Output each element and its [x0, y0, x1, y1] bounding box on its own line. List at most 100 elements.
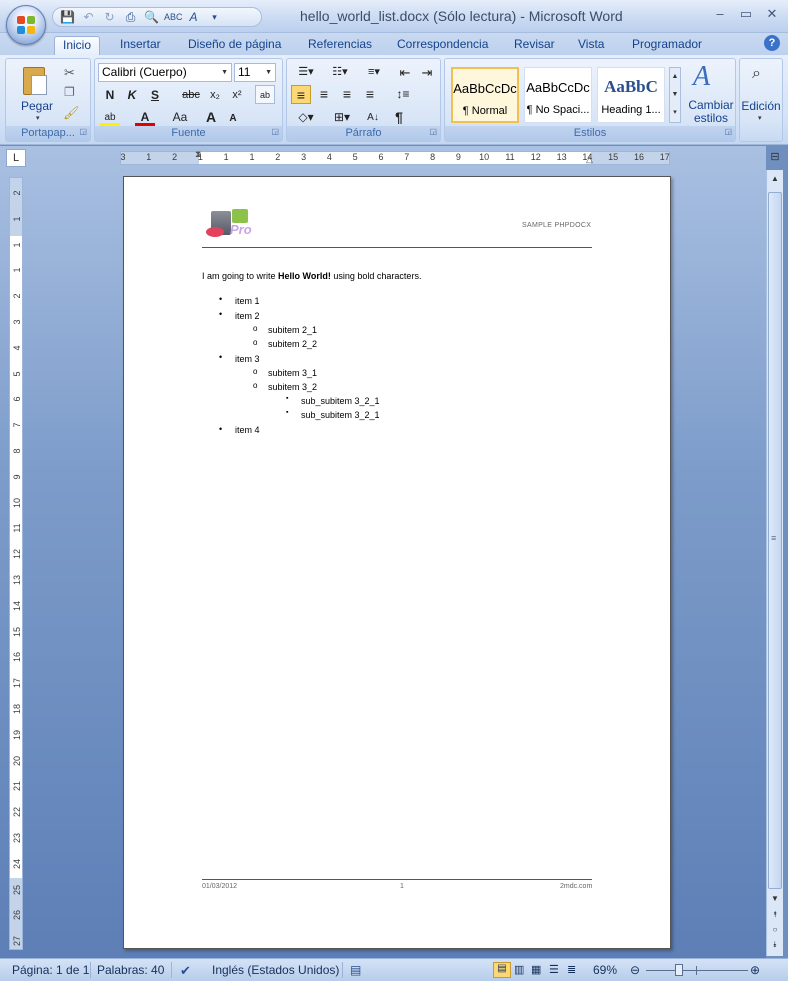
customize-qat-icon[interactable]: ▾ — [206, 10, 223, 25]
text-style-icon[interactable]: A — [185, 10, 202, 25]
tab-insertar[interactable]: Insertar — [112, 36, 169, 55]
maximize-button[interactable]: ▭ — [735, 6, 757, 22]
print-icon[interactable]: ⎙ — [122, 10, 139, 25]
save-icon[interactable]: 💾 — [59, 10, 76, 25]
editing-button[interactable]: Edición — [740, 99, 782, 113]
close-button[interactable]: ✕ — [761, 6, 783, 22]
outline-view-icon[interactable]: ☰ — [549, 963, 559, 976]
web-layout-icon[interactable]: ▦ — [531, 963, 541, 976]
ruler-label: 8 — [430, 152, 436, 162]
full-screen-reading-icon[interactable]: ▥ — [514, 963, 524, 976]
underline-button[interactable]: S — [145, 86, 165, 105]
dialog-launcher-icon[interactable]: ◲ — [724, 124, 732, 139]
bold-button[interactable]: N — [100, 86, 120, 105]
superscript-button[interactable]: x² — [227, 86, 247, 105]
zoom-level[interactable]: 69% — [593, 963, 617, 977]
draft-view-icon[interactable]: ≣ — [567, 963, 576, 976]
cut-icon[interactable]: ✂ — [64, 65, 75, 81]
style-heading-1[interactable]: AaBbC Heading 1... — [597, 67, 665, 123]
align-left-icon[interactable]: ≡ — [291, 85, 311, 104]
ruler-label: 5 — [12, 371, 22, 377]
editing-dropdown-icon[interactable]: ▾ — [758, 114, 762, 122]
vertical-scrollbar[interactable]: ▲ ≡ ▼ ⯭ ○ ⯯ — [766, 170, 783, 956]
browse-object-icon[interactable]: ○ — [767, 925, 783, 939]
styles-scroll[interactable]: ▲ ▼ ▾ — [669, 67, 681, 123]
tab-referencias[interactable]: Referencias — [300, 36, 380, 55]
zoom-in-icon[interactable]: ⊕ — [750, 963, 760, 977]
align-right-icon[interactable]: ≡ — [337, 85, 357, 104]
ruler-label: 13 — [12, 575, 22, 586]
change-case-button[interactable]: Aa — [167, 108, 193, 127]
undo-icon[interactable]: ↶ — [80, 10, 97, 25]
language-indicator[interactable]: Inglés (Estados Unidos) — [212, 963, 339, 977]
print-preview-icon[interactable]: 🔍 — [143, 10, 160, 25]
paragraph-group-label: Párrafo ◲ — [287, 126, 440, 141]
tab-diseno-pagina[interactable]: Diseño de página — [180, 36, 289, 55]
right-indent-marker-icon[interactable]: △ — [586, 154, 593, 165]
font-size-select[interactable]: 11 ▼ — [234, 63, 276, 82]
align-center-icon[interactable]: ≡ — [314, 85, 334, 104]
redo-icon[interactable]: ↻ — [101, 10, 118, 25]
bullets-icon[interactable]: ☰▾ — [291, 63, 321, 82]
vertical-ruler[interactable]: 2 1 1 1 2 3 4 5 6 7 8 9 10 11 12 13 14 15 16 17 18 19 20 21 22 23… — [9, 177, 23, 950]
binoculars-icon[interactable]: ⌕ — [752, 65, 761, 83]
dialog-launcher-icon[interactable]: ◲ — [429, 124, 437, 139]
italic-button[interactable]: K — [122, 86, 142, 105]
multilevel-list-icon[interactable]: ≡▾ — [359, 63, 389, 82]
subscript-button[interactable]: x₂ — [205, 86, 225, 105]
scroll-up-icon[interactable]: ▲ — [767, 170, 783, 188]
style-normal[interactable]: AaBbCcDc ¶ Normal — [451, 67, 519, 123]
show-formatting-button[interactable]: ¶ — [389, 108, 409, 127]
clear-formatting-icon[interactable]: ab — [255, 85, 275, 104]
view-ruler-icon[interactable]: ⊟ — [767, 150, 783, 168]
horizontal-ruler[interactable]: 3 1 2 1 1 1 2 3 4 5 6 7 8 9 10 11 12 13 14 15 16 17 ⧗ △ — [120, 149, 670, 165]
paste-dropdown-icon[interactable]: ▾ — [36, 114, 40, 122]
paste-button[interactable]: Pegar — [21, 99, 53, 113]
scroll-down-icon[interactable]: ▼ — [767, 894, 783, 908]
numbering-icon[interactable]: ☷▾ — [325, 63, 355, 82]
paste-icon[interactable] — [21, 63, 49, 97]
grow-font-button[interactable]: A — [201, 108, 221, 127]
format-painter-icon[interactable]: 🖌 — [63, 105, 80, 121]
tab-programador[interactable]: Programador — [624, 36, 710, 55]
spelling-icon[interactable]: ABC — [164, 10, 183, 25]
next-page-icon[interactable]: ⯯ — [767, 940, 783, 954]
dialog-launcher-icon[interactable]: ◲ — [271, 124, 279, 139]
strikethrough-button[interactable]: abc — [179, 86, 203, 105]
line-spacing-icon[interactable]: ↕≡ — [389, 85, 417, 104]
tab-vista[interactable]: Vista — [570, 36, 612, 55]
indent-marker-icon[interactable]: ⧗ — [195, 149, 201, 160]
scroll-thumb[interactable]: ≡ — [768, 192, 782, 889]
decrease-indent-icon[interactable]: ⇤ — [395, 63, 415, 82]
minimize-button[interactable]: – — [709, 6, 731, 21]
tab-inicio[interactable]: Inicio — [54, 36, 101, 55]
zoom-slider[interactable] — [646, 970, 748, 971]
proofing-icon[interactable]: ✔ — [180, 963, 191, 979]
tab-revisar[interactable]: Revisar — [506, 36, 563, 55]
change-styles-button[interactable]: Cambiar estilos — [686, 99, 736, 125]
dialog-launcher-icon[interactable]: ◲ — [79, 124, 87, 139]
print-layout-view-icon[interactable]: ▤ — [493, 962, 511, 978]
previous-page-icon[interactable]: ⯭ — [767, 910, 783, 924]
sort-icon[interactable]: A↓ — [363, 108, 383, 127]
zoom-out-icon[interactable]: ⊖ — [630, 963, 640, 977]
style-no-spacing[interactable]: AaBbCcDc ¶ No Spaci... — [524, 67, 592, 123]
font-color-icon[interactable]: A — [135, 108, 155, 127]
copy-icon[interactable]: ❐ — [64, 85, 75, 99]
change-styles-icon[interactable]: A — [693, 61, 710, 93]
tab-selector-icon[interactable]: L — [6, 149, 26, 167]
office-button[interactable] — [6, 5, 46, 45]
help-icon[interactable]: ? — [764, 35, 780, 51]
increase-indent-icon[interactable]: ⇥ — [417, 63, 437, 82]
justify-icon[interactable]: ≡ — [360, 85, 380, 104]
borders-icon[interactable]: ⊞▾ — [327, 108, 357, 127]
macro-recording-icon[interactable]: ▤ — [350, 963, 361, 977]
tab-correspondencia[interactable]: Correspondencia — [389, 36, 496, 55]
highlight-color-icon[interactable]: ab — [100, 108, 120, 127]
zoom-slider-thumb[interactable] — [674, 964, 683, 976]
page-count[interactable]: Página: 1 de 1 — [12, 963, 89, 977]
word-count[interactable]: Palabras: 40 — [97, 963, 164, 977]
font-name-select[interactable]: Calibri (Cuerpo) ▼ — [98, 63, 232, 82]
shading-icon[interactable]: ◇▾ — [291, 108, 321, 127]
document-page[interactable]: Pro SAMPLE PHPDOCX I am going to write H… — [123, 176, 671, 949]
